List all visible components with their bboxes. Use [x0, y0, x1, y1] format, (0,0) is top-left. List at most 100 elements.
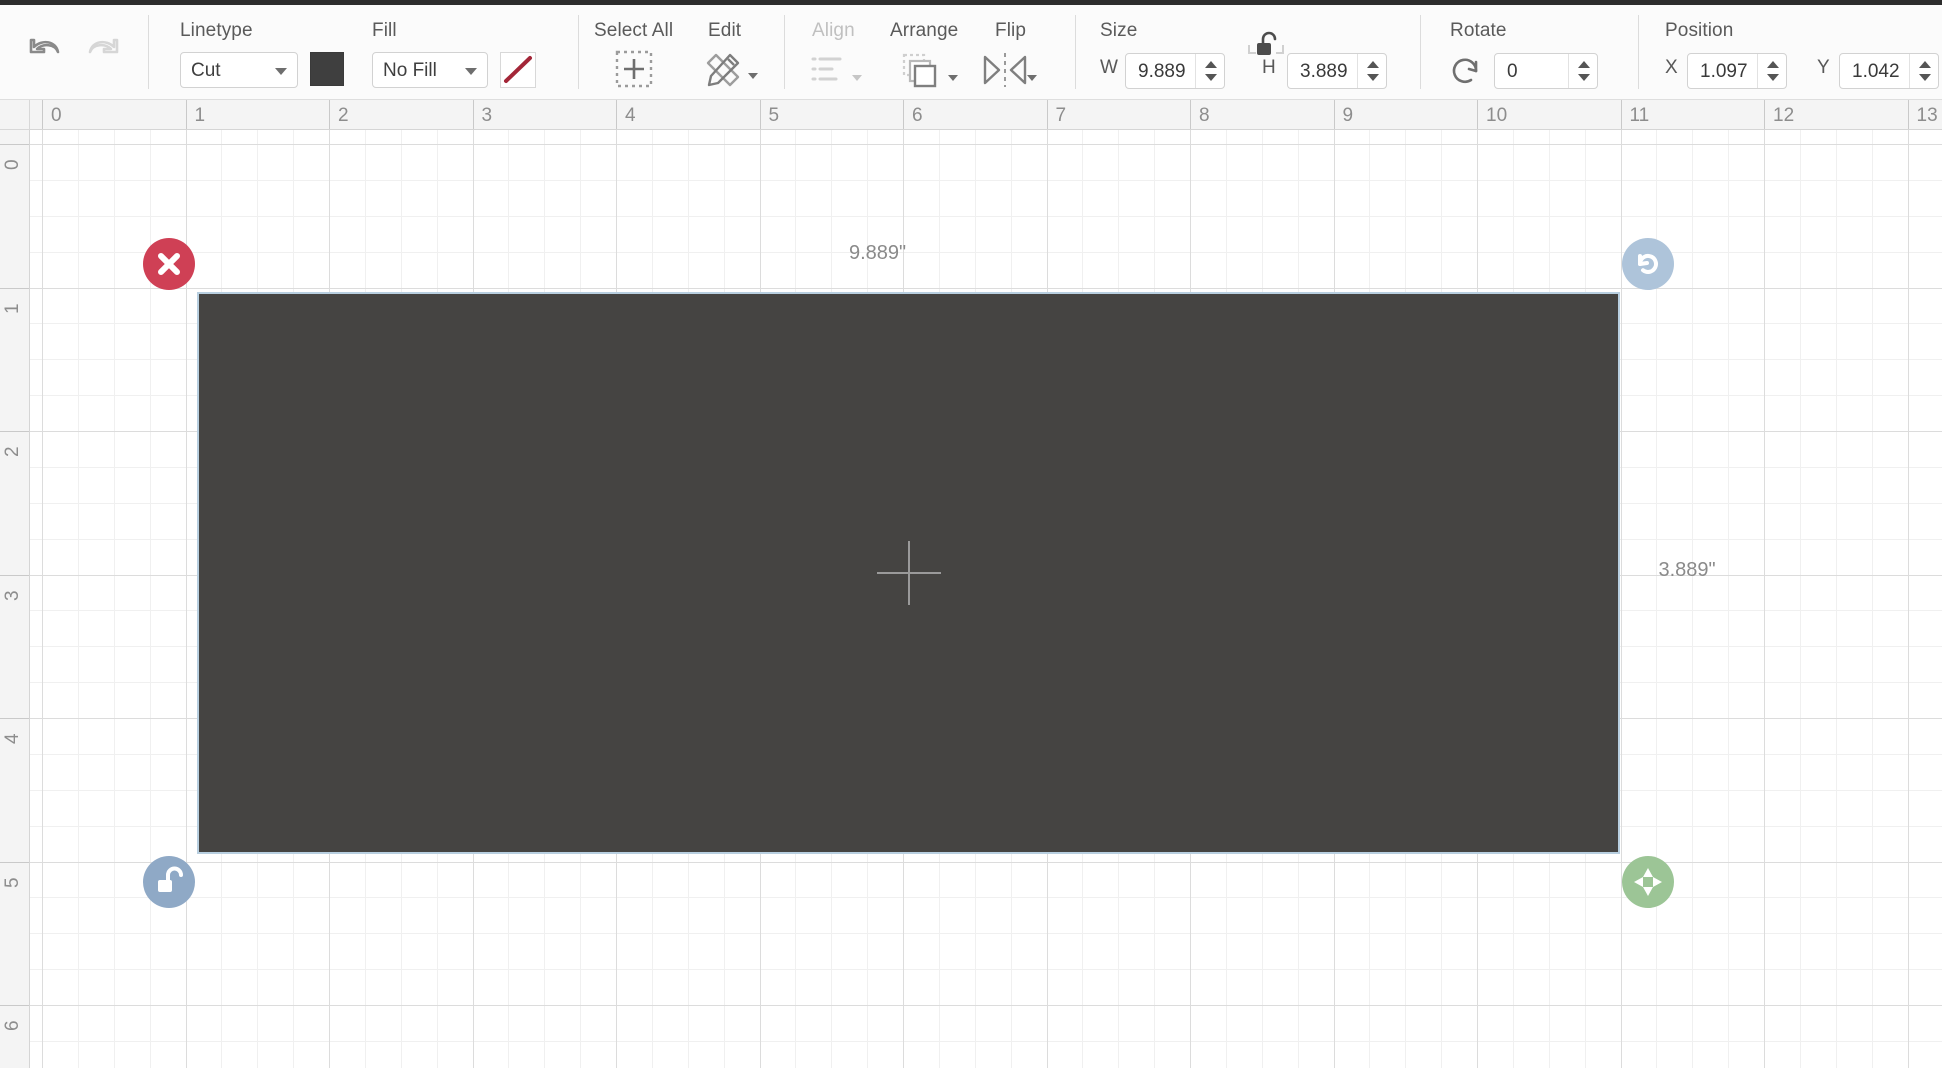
stepper-down-icon[interactable]	[1367, 74, 1379, 81]
size-label: Size	[1100, 20, 1138, 41]
edit-button[interactable]	[700, 47, 744, 91]
delete-handle[interactable]	[143, 237, 196, 290]
position-x-value: 1.097	[1700, 61, 1748, 82]
ruler-tick-label: 6	[2, 1020, 23, 1031]
ruler-tick	[329, 100, 330, 129]
ruler-tick-label: 4	[625, 105, 636, 126]
position-label: Position	[1665, 20, 1734, 41]
rotate-label: Rotate	[1450, 20, 1507, 41]
stepper-up-icon[interactable]	[1578, 61, 1590, 68]
ruler-tick	[185, 100, 187, 129]
grid-line-major	[1764, 130, 1765, 1068]
stepper-down-icon[interactable]	[1578, 74, 1590, 81]
ruler-tick-label: 7	[1055, 105, 1067, 126]
flip-icon	[983, 53, 1027, 87]
width-input[interactable]: 9.889	[1125, 53, 1225, 89]
ruler-tick	[0, 287, 29, 289]
width-stepper[interactable]	[1195, 54, 1224, 88]
grid-line-major	[30, 1005, 1942, 1006]
arrange-button[interactable]	[898, 49, 942, 93]
select-all-label: Select All	[594, 20, 674, 41]
ruler-tick-label: 3	[2, 589, 23, 601]
ruler-tick-label: 1	[2, 302, 23, 314]
redo-button[interactable]	[82, 30, 126, 74]
ruler-tick	[0, 144, 29, 145]
stepper-up-icon[interactable]	[1205, 61, 1217, 68]
edit-icon	[706, 53, 740, 87]
fill-select[interactable]: No Fill	[372, 52, 488, 88]
height-value: 3.889	[1300, 61, 1348, 82]
height-input[interactable]: 3.889	[1287, 53, 1387, 89]
chevron-down-icon[interactable]	[1027, 75, 1037, 81]
align-icon	[811, 57, 842, 81]
ruler-tick	[0, 861, 29, 863]
linetype-color-swatch[interactable]	[310, 52, 344, 86]
chevron-down-icon[interactable]	[948, 75, 958, 81]
ruler-tick-label: 3	[481, 105, 493, 126]
ruler-tick	[472, 100, 474, 129]
position-x-input[interactable]: 1.097	[1687, 53, 1787, 89]
ruler-corner	[0, 100, 30, 130]
position-x-prefix: X	[1665, 57, 1678, 78]
chevron-down-icon	[465, 68, 477, 75]
chevron-down-icon[interactable]	[852, 75, 862, 81]
stepper-down-icon[interactable]	[1205, 74, 1217, 81]
ruler-tick-label: 11	[1629, 105, 1650, 126]
position-y-input[interactable]: 1.042	[1839, 53, 1939, 89]
linetype-select[interactable]: Cut	[180, 52, 298, 88]
arrange-label: Arrange	[890, 20, 959, 41]
ruler-tick-label: 9	[1342, 105, 1354, 126]
ruler-tick-label: 5	[768, 105, 780, 126]
chevron-down-icon	[275, 68, 287, 75]
toolbar: Linetype Cut Fill No Fill Select All Edi…	[0, 5, 1942, 100]
ruler-tick-label: 6	[912, 105, 923, 126]
ruler-tick	[1046, 100, 1048, 129]
lock-handle[interactable]	[143, 855, 196, 908]
height-stepper[interactable]	[1357, 54, 1386, 88]
toolbar-divider	[784, 15, 785, 89]
vertical-ruler[interactable]: 0 1 2 3 4 5 6	[0, 100, 30, 1068]
undo-button[interactable]	[22, 30, 66, 74]
ruler-tick-label: 12	[1773, 105, 1795, 126]
ruler-tick-label: 13	[1916, 105, 1938, 126]
ruler-tick	[1190, 100, 1191, 129]
no-fill-diagonal-icon	[504, 56, 532, 83]
toolbar-divider	[1420, 15, 1421, 89]
ruler-tick	[0, 1005, 29, 1006]
height-dimension-label: 3.889"	[1658, 558, 1716, 581]
fill-swatch-button[interactable]	[500, 52, 536, 88]
ruler-tick-label: 5	[2, 876, 23, 888]
rotate-value: 0	[1507, 61, 1518, 82]
ruler-tick	[0, 431, 29, 432]
stepper-down-icon[interactable]	[1767, 74, 1779, 81]
stepper-down-icon[interactable]	[1919, 74, 1931, 81]
ruler-tick-label: 2	[338, 105, 349, 126]
height-prefix: H	[1262, 57, 1276, 78]
position-x-stepper[interactable]	[1757, 54, 1786, 88]
horizontal-ruler[interactable]: 0 1 2 3 4 5 6 7 8 9 10 11 12 13	[0, 100, 1942, 130]
position-y-value: 1.042	[1852, 61, 1900, 82]
flip-button[interactable]	[975, 49, 1027, 93]
ruler-tick	[1907, 100, 1909, 129]
align-label: Align	[812, 20, 855, 41]
linetype-value: Cut	[191, 60, 221, 81]
stepper-up-icon[interactable]	[1767, 61, 1779, 68]
fill-value: No Fill	[383, 60, 437, 81]
grid-line-major	[42, 130, 43, 1068]
align-button[interactable]	[806, 49, 850, 93]
position-y-stepper[interactable]	[1909, 54, 1938, 88]
chevron-down-icon[interactable]	[748, 73, 758, 79]
ruler-tick	[903, 100, 904, 129]
rotate-handle[interactable]	[1622, 237, 1675, 290]
rotate-reset-button[interactable]	[1448, 53, 1484, 89]
resize-icon	[1634, 867, 1663, 896]
ruler-tick	[0, 718, 29, 719]
rotate-stepper[interactable]	[1568, 54, 1597, 88]
rotate-input[interactable]: 0	[1494, 53, 1598, 89]
select-all-button[interactable]	[612, 47, 656, 91]
design-canvas[interactable]: 9.889" 3.889"	[30, 130, 1942, 1068]
flip-label: Flip	[995, 20, 1027, 41]
stepper-up-icon[interactable]	[1367, 61, 1379, 68]
resize-handle[interactable]	[1622, 855, 1675, 908]
stepper-up-icon[interactable]	[1919, 61, 1931, 68]
